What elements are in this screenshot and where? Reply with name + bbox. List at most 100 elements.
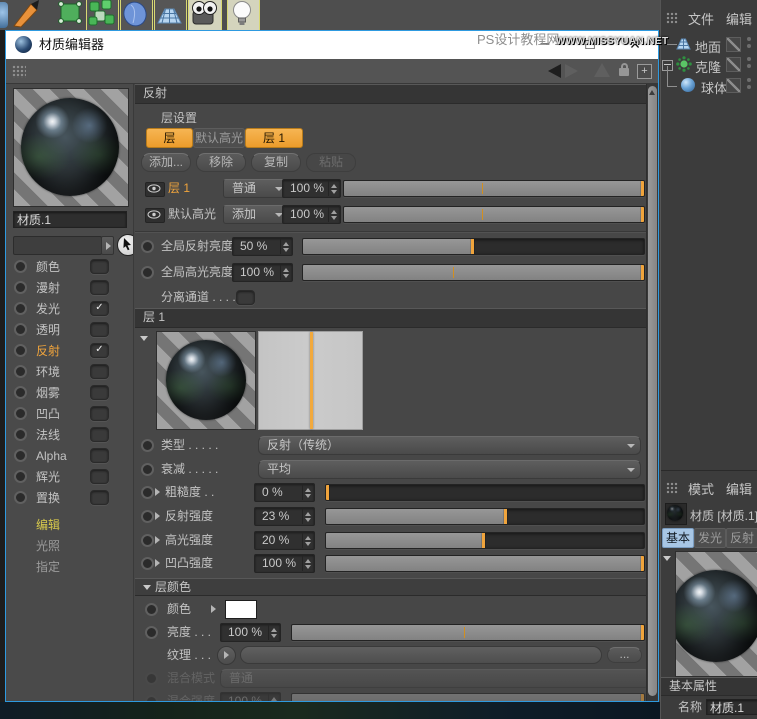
material-name-field[interactable] bbox=[706, 699, 757, 715]
channel-label[interactable]: 发光 bbox=[36, 300, 60, 318]
add-button[interactable]: 添加... bbox=[141, 153, 191, 172]
am-material-preview[interactable] bbox=[675, 551, 757, 677]
spinner-icon[interactable] bbox=[280, 239, 291, 254]
clone-array-icon[interactable] bbox=[86, 0, 119, 31]
om-menu-file[interactable]: 文件 bbox=[688, 9, 714, 28]
layer1-name[interactable]: 层 1 bbox=[168, 179, 190, 197]
copy-button[interactable]: 复制 bbox=[251, 153, 301, 172]
color-swatch[interactable] bbox=[225, 600, 257, 619]
metaball-icon[interactable] bbox=[120, 0, 153, 31]
type-radio[interactable] bbox=[141, 439, 154, 452]
channel-label[interactable]: 漫射 bbox=[36, 279, 60, 297]
default-specular-name[interactable]: 默认高光 bbox=[168, 205, 216, 223]
layer1-collapse-icon[interactable] bbox=[140, 336, 148, 341]
channel-label[interactable]: 凹凸 bbox=[36, 405, 60, 423]
panel-scrollbar[interactable] bbox=[646, 84, 658, 701]
channel-checkbox[interactable] bbox=[90, 406, 109, 421]
brightness-field[interactable]: 100 % bbox=[220, 623, 281, 642]
camera-icon[interactable] bbox=[188, 0, 222, 31]
sphere-vis-dot-bottom[interactable] bbox=[747, 85, 751, 89]
channel-radio[interactable] bbox=[14, 428, 27, 441]
back-icon[interactable] bbox=[548, 64, 561, 78]
channel-checkbox[interactable] bbox=[90, 490, 109, 505]
object-item-floor[interactable]: 地面 bbox=[695, 37, 721, 56]
channel-radio[interactable] bbox=[14, 470, 27, 483]
reflection-strength-expander-icon[interactable] bbox=[155, 512, 160, 520]
roughness-radio[interactable] bbox=[141, 486, 154, 499]
channel-radio[interactable] bbox=[14, 407, 27, 420]
channel-checkbox[interactable] bbox=[90, 385, 109, 400]
sphere-layer-toggle[interactable] bbox=[726, 78, 741, 93]
material-preview[interactable] bbox=[13, 88, 129, 207]
layer1-blend-dropdown[interactable]: 普通 bbox=[223, 179, 289, 198]
channel-label[interactable]: 颜色 bbox=[36, 258, 60, 276]
reflection-strength-radio[interactable] bbox=[141, 510, 154, 523]
spinner-icon[interactable] bbox=[302, 556, 313, 571]
separate-channels-checkbox[interactable] bbox=[236, 290, 255, 305]
default-specular-amount-field[interactable]: 100 % bbox=[282, 205, 341, 224]
brightness-slider[interactable] bbox=[291, 624, 645, 641]
scroll-up-icon[interactable] bbox=[649, 90, 655, 95]
specular-strength-expander-icon[interactable] bbox=[155, 536, 160, 544]
channel-radio[interactable] bbox=[14, 344, 27, 357]
attribute-manager-grip[interactable] bbox=[666, 482, 678, 494]
channel-checkbox[interactable] bbox=[90, 322, 109, 337]
object-item-sphere[interactable]: 球体 bbox=[701, 78, 727, 97]
cloner-vis-dot-bottom[interactable] bbox=[747, 64, 751, 68]
am-tab-basic[interactable]: 基本 bbox=[662, 528, 694, 548]
lock-icon[interactable] bbox=[619, 68, 629, 76]
partial-icon[interactable] bbox=[0, 2, 8, 28]
channel-checkbox[interactable] bbox=[90, 427, 109, 442]
cube-tool-icon[interactable] bbox=[56, 0, 86, 30]
roughness-field[interactable]: 0 % bbox=[254, 483, 315, 502]
eye-toggle[interactable] bbox=[145, 182, 165, 197]
floor-layer-toggle[interactable] bbox=[726, 37, 741, 52]
tab-layer1[interactable]: 层 1 bbox=[245, 128, 303, 148]
remove-button[interactable]: 移除 bbox=[196, 153, 246, 172]
channel-label[interactable]: 法线 bbox=[36, 426, 60, 444]
channel-label[interactable]: 烟雾 bbox=[36, 384, 60, 402]
reflection-strength-slider[interactable] bbox=[325, 508, 645, 525]
spinner-icon[interactable] bbox=[268, 625, 279, 640]
attenuation-radio[interactable] bbox=[141, 463, 154, 476]
layer1-amount-field[interactable]: 100 % bbox=[282, 179, 341, 198]
page-illumination[interactable]: 光照 bbox=[36, 537, 60, 555]
bump-strength-field[interactable]: 100 % bbox=[254, 554, 315, 573]
channel-radio[interactable] bbox=[14, 449, 27, 462]
global-specular-field[interactable]: 100 % bbox=[232, 263, 293, 282]
color-radio[interactable] bbox=[145, 603, 158, 616]
light-icon[interactable] bbox=[227, 0, 260, 31]
default-specular-amount-slider[interactable] bbox=[343, 206, 645, 223]
layer1-sphere-preview[interactable] bbox=[156, 331, 256, 430]
am-tab-luminance[interactable]: 发光 bbox=[694, 528, 726, 548]
channel-radio[interactable] bbox=[14, 281, 27, 294]
color-expander-icon[interactable] bbox=[211, 605, 216, 613]
layer1-gradient-preview[interactable] bbox=[258, 331, 363, 430]
tab-default-specular[interactable]: 默认高光 bbox=[193, 128, 245, 148]
pick-material-icon[interactable] bbox=[117, 234, 134, 256]
channel-label[interactable]: 环境 bbox=[36, 363, 60, 381]
global-reflection-radio[interactable] bbox=[141, 240, 154, 253]
attenuation-dropdown[interactable]: 平均 bbox=[258, 460, 641, 479]
channel-radio[interactable] bbox=[14, 302, 27, 315]
am-menu-mode[interactable]: 模式 bbox=[688, 479, 714, 498]
channel-checkbox[interactable] bbox=[90, 280, 109, 295]
spinner-icon[interactable] bbox=[328, 207, 339, 222]
texture-expander-button[interactable] bbox=[217, 646, 236, 665]
brightness-radio[interactable] bbox=[145, 626, 158, 639]
layer1-amount-slider[interactable] bbox=[343, 180, 645, 197]
spinner-icon[interactable] bbox=[302, 485, 313, 500]
bump-strength-radio[interactable] bbox=[141, 557, 154, 570]
preset-dropdown[interactable] bbox=[13, 236, 102, 255]
reflection-strength-field[interactable]: 23 % bbox=[254, 507, 315, 526]
paste-button[interactable]: 粘贴 bbox=[306, 153, 356, 172]
tab-layers[interactable]: 层 bbox=[146, 128, 193, 148]
am-menu-edit[interactable]: 编辑 bbox=[726, 479, 752, 498]
specular-strength-field[interactable]: 20 % bbox=[254, 531, 315, 550]
texture-browse-button[interactable]: ... bbox=[607, 647, 642, 663]
spinner-icon[interactable] bbox=[302, 533, 313, 548]
channel-label[interactable]: Alpha bbox=[36, 447, 67, 465]
object-manager-grip[interactable] bbox=[666, 12, 678, 24]
new-window-icon[interactable]: + bbox=[637, 64, 652, 79]
eye-toggle[interactable] bbox=[145, 208, 165, 223]
